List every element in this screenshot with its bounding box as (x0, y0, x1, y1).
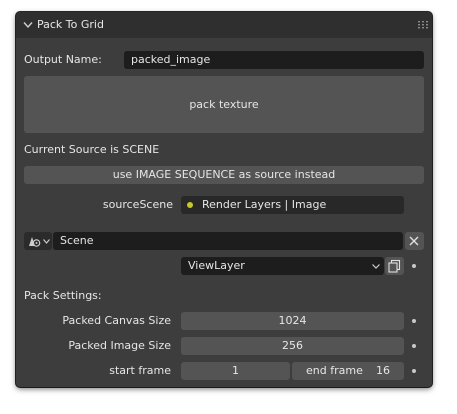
drag-handle-icon[interactable] (418, 20, 428, 30)
image-size-value: 256 (282, 339, 303, 352)
scene-selector-button[interactable] (24, 232, 52, 250)
socket-dot-icon (187, 202, 193, 208)
end-frame-field[interactable]: end frame 16 (292, 362, 404, 380)
canvas-size-field[interactable]: 1024 (181, 312, 404, 330)
view-layer-dropdown[interactable]: ViewLayer (181, 257, 384, 275)
scene-value: Scene (60, 234, 94, 247)
source-scene-field[interactable]: Render Layers | Image (181, 196, 404, 214)
start-frame-field[interactable]: 1 (181, 362, 290, 380)
close-icon (409, 236, 419, 246)
canvas-size-label: Packed Canvas Size (62, 314, 171, 327)
chevron-down-icon (43, 239, 50, 244)
panel-title: Pack To Grid (37, 18, 104, 31)
new-view-layer-button[interactable] (385, 257, 404, 275)
pack-texture-button[interactable]: pack texture (24, 76, 424, 133)
current-source-text: Current Source is SCENE (24, 143, 160, 156)
image-size-decorator-dot[interactable] (412, 344, 416, 348)
canvas-size-value: 1024 (278, 314, 307, 327)
source-scene-value: Render Layers | Image (202, 198, 327, 211)
panel-header[interactable]: Pack To Grid (16, 12, 432, 38)
clear-scene-button[interactable] (405, 232, 424, 250)
scene-icon (29, 237, 41, 247)
chevron-down-icon (372, 264, 380, 269)
pack-settings-label: Pack Settings: (24, 289, 102, 302)
pack-texture-label: pack texture (189, 98, 259, 111)
output-name-label: Output Name: (24, 53, 102, 66)
start-frame-value: 1 (232, 364, 239, 377)
canvas-size-decorator-dot[interactable] (412, 319, 416, 323)
image-size-label: Packed Image Size (68, 339, 171, 352)
end-frame-value: 16 (376, 364, 390, 377)
view-layer-decorator-dot[interactable] (412, 264, 416, 268)
end-frame-label: end frame (306, 364, 363, 377)
image-size-field[interactable]: 256 (181, 337, 404, 355)
view-layer-value: ViewLayer (188, 259, 245, 272)
chevron-down-icon[interactable] (23, 21, 33, 29)
start-frame-label: start frame (109, 364, 171, 377)
scene-field[interactable]: Scene (53, 232, 403, 250)
output-name-field[interactable]: packed_image (124, 51, 424, 69)
output-name-value: packed_image (131, 53, 211, 66)
switch-source-button[interactable]: use IMAGE SEQUENCE as source instead (24, 166, 424, 184)
duplicate-icon (388, 259, 401, 273)
pack-to-grid-panel: Pack To Grid Output Name: packed_image p… (16, 12, 432, 387)
source-scene-label: sourceScene (102, 198, 173, 211)
switch-source-label: use IMAGE SEQUENCE as source instead (112, 168, 336, 181)
frame-range-decorator-dot[interactable] (412, 369, 416, 373)
